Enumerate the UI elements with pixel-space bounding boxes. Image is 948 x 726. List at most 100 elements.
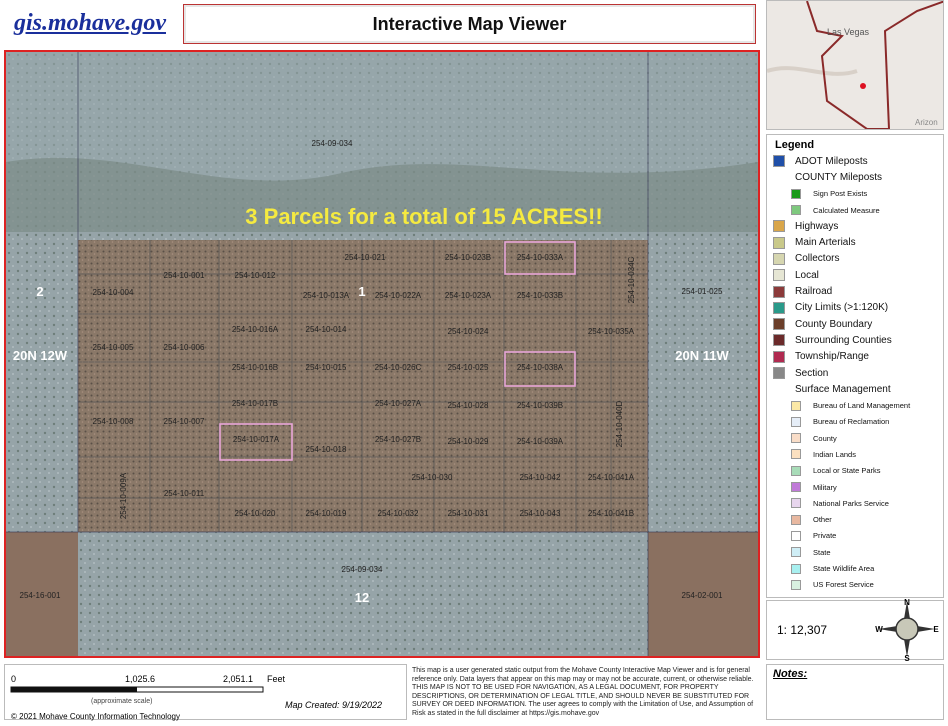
inset-city: Las Vegas (827, 27, 870, 37)
parcel-label: 254-10-034C (627, 256, 636, 303)
legend-swatch-icon (773, 301, 785, 314)
parcel-label: 254-10-025 (448, 363, 489, 372)
parcel-label: 254-10-033B (517, 291, 563, 300)
legend-swatch-icon (791, 482, 801, 493)
legend-label: County Boundary (795, 318, 873, 330)
legend-label: Highways (795, 220, 839, 232)
parcel-label: 254-02-001 (682, 591, 723, 600)
parcel-label: 254-10-028 (448, 401, 489, 410)
legend-label: Indian Lands (813, 449, 856, 459)
scalebar-tick: 0 (11, 674, 16, 684)
legend-item: US Forest Service (767, 577, 943, 593)
parcel-label: 254-10-042 (520, 473, 561, 482)
parcel-label: 254-10-039A (517, 437, 564, 446)
scale-box: 1: 12,307 N E S W (766, 598, 944, 661)
notes-label: Notes: (773, 668, 808, 680)
legend-swatch-icon (791, 547, 801, 558)
legend-swatch-icon (773, 220, 785, 233)
parcel-label: 254-10-039B (517, 401, 563, 410)
parcel-label: 254-10-024 (448, 327, 489, 336)
legend-item: Highways (767, 218, 943, 234)
scalebar-note: (approximate scale) (91, 698, 152, 705)
legend-item: Sign Post Exists (767, 186, 943, 202)
parcel-label: 254-10-014 (306, 325, 347, 334)
parcel-label: 254-10-017A (233, 435, 280, 444)
scalebar-panel: 0 1,025.6 2,051.1 Feet (approximate scal… (4, 664, 407, 721)
parcel-label: 254-10-008 (93, 417, 134, 426)
legend-swatch-icon (773, 367, 785, 379)
parcel-label: 254-10-041A (588, 473, 635, 482)
section-label: 2 (36, 284, 43, 299)
svg-text:E: E (933, 625, 939, 634)
township-label: 20N 12W (13, 348, 68, 363)
parcel-label: 254-10-001 (164, 271, 205, 280)
legend-item: Indian Lands (767, 446, 943, 462)
legend-label: Military (813, 482, 837, 492)
legend-label: Surrounding Counties (795, 334, 892, 346)
legend-item: Section (767, 365, 943, 381)
legend-label: Local or State Parks (813, 466, 881, 476)
parcel-label: 254-01-025 (682, 287, 723, 296)
legend-label: City Limits (>1:120K) (795, 302, 889, 314)
parcel-label: 254-10-019 (306, 509, 347, 518)
legend-swatch-icon (791, 579, 801, 590)
scalebar-unit: Feet (267, 674, 286, 684)
parcel-label: 254-10-023B (445, 253, 491, 262)
parcel-label: 254-10-011 (164, 489, 205, 498)
site-link[interactable]: gis.mohave.gov (14, 10, 166, 37)
legend-title: Legend (775, 139, 815, 151)
legend-item: National Parks Service (767, 495, 943, 511)
parcel-label: 254-16-001 (20, 591, 61, 600)
parcel-label: 254-10-006 (164, 343, 205, 352)
legend-label: Bureau of Reclamation (813, 417, 890, 427)
legend-label: National Parks Service (813, 498, 889, 508)
legend-label: Surface Management (795, 383, 891, 395)
parcel-label: 254-10-009A (119, 472, 128, 519)
parcel-label: 254-10-040D (615, 400, 624, 447)
svg-text:W: W (875, 625, 883, 634)
legend-item: Local (767, 267, 943, 283)
legend-item: Private (767, 528, 943, 544)
legend-label: Local (795, 269, 819, 281)
parcel-label: 254-10-020 (235, 509, 276, 518)
parcel-label: 254-10-038A (517, 363, 564, 372)
legend-list: ADOT Mileposts COUNTY Mileposts Sign Post … (767, 153, 943, 593)
map-view[interactable]: 3 Parcels for a total of 15 ACRES!! 254-… (4, 50, 760, 658)
parcel-label: 254-10-033A (517, 253, 564, 262)
legend-swatch-icon (791, 449, 801, 460)
legend-swatch-icon (773, 252, 785, 265)
legend-swatch-icon (773, 155, 785, 168)
parcel-label: 254-10-022A (375, 291, 422, 300)
legend-label: US Forest Service (813, 580, 874, 590)
legend-swatch-icon (773, 334, 785, 347)
legend-swatch-icon (791, 400, 801, 411)
parcel-label: 254-10-029 (448, 437, 489, 446)
legend-swatch-icon (773, 350, 785, 363)
notes-box[interactable]: Notes: (766, 664, 944, 720)
legend-item: County (767, 430, 943, 446)
legend-swatch-icon (791, 530, 801, 541)
township-label: 20N 11W (675, 348, 729, 363)
legend-swatch-icon (791, 563, 801, 574)
svg-text:N: N (904, 598, 910, 607)
legend-label: Main Arterials (795, 237, 856, 249)
legend-swatch-icon (791, 433, 801, 444)
legend-label: ADOT Mileposts (795, 155, 868, 167)
parcel-label: 254-10-035A (588, 327, 635, 336)
parcel-label: 254-10-021 (345, 253, 386, 262)
legend-item: State Wildlife Area (767, 560, 943, 576)
overview-inset[interactable]: Las Vegas Arizon (766, 0, 944, 130)
scalebar-tick: 1,025.6 (125, 674, 155, 684)
parcel-label: 254-10-018 (306, 445, 347, 454)
legend-swatch-icon (773, 285, 785, 298)
parcel-label: 254-10-023A (445, 291, 492, 300)
scalebar-tick: 2,051.1 (223, 674, 253, 684)
parcel-label: 254-10-026C (375, 363, 422, 372)
legend-item: Surface Management (767, 381, 943, 397)
legend-label: Private (813, 531, 837, 541)
legend-item: City Limits (>1:120K) (767, 300, 943, 316)
section-label: 12 (355, 590, 369, 605)
section-label: 1 (358, 284, 365, 299)
legend-swatch-icon (791, 514, 801, 525)
legend-swatch-icon (791, 416, 801, 427)
